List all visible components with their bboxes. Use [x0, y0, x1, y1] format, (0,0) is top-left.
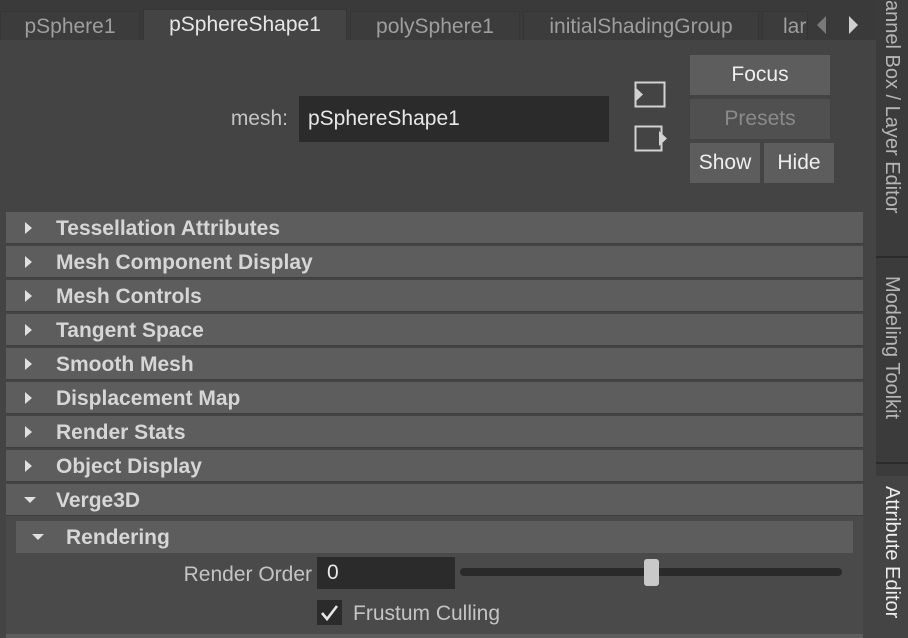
checkmark-icon — [321, 605, 339, 622]
focus-button[interactable]: Focus — [690, 55, 830, 95]
frame-bottom-edge — [6, 634, 863, 638]
caret-down-icon — [30, 530, 46, 544]
mesh-name-field[interactable]: pSphereShape1 — [299, 96, 609, 142]
frame-title: Verge3D — [56, 489, 141, 512]
dock-tab-modeling-toolkit[interactable]: Modeling Toolkit — [876, 276, 908, 456]
tab-initialshadinggroup[interactable]: initialShadingGroup — [523, 11, 759, 40]
frustum-culling-label: Frustum Culling — [353, 602, 501, 625]
render-order-slider-handle[interactable] — [644, 559, 659, 586]
frustum-culling-checkbox[interactable] — [317, 600, 342, 625]
frame-mesh-controls[interactable]: Mesh Controls — [6, 280, 863, 312]
caret-right-icon — [22, 390, 36, 406]
caret-right-icon — [22, 322, 36, 338]
frame-title: Smooth Mesh — [56, 353, 194, 376]
triangle-right-icon[interactable] — [845, 14, 861, 36]
frame-title: Tangent Space — [56, 319, 204, 342]
caret-right-icon — [22, 288, 36, 304]
dock-tab-channel-box[interactable]: annel Box / Layer Editor — [876, 0, 908, 252]
frame-title: Object Display — [56, 455, 202, 478]
caret-right-icon — [22, 220, 36, 236]
render-order-field[interactable]: 0 — [317, 557, 455, 589]
caret-right-icon — [22, 254, 36, 270]
frame-object-display[interactable]: Object Display — [6, 450, 863, 482]
caret-down-icon — [22, 493, 36, 509]
frame-title: Rendering — [66, 526, 170, 549]
tab-overflow[interactable]: lar — [762, 11, 808, 40]
caret-right-icon — [22, 458, 36, 474]
tab-polysphere1[interactable]: polySphere1 — [350, 11, 520, 40]
dock-divider — [876, 256, 908, 258]
frame-render-stats[interactable]: Render Stats — [6, 416, 863, 448]
frame-title: Tessellation Attributes — [56, 217, 281, 240]
caret-right-icon — [22, 424, 36, 440]
frame-tessellation-attributes[interactable]: Tessellation Attributes — [6, 212, 863, 244]
frame-tangent-space[interactable]: Tangent Space — [6, 314, 863, 346]
triangle-left-icon[interactable] — [814, 14, 830, 36]
render-order-label: Render Order — [183, 563, 312, 586]
hide-button[interactable]: Hide — [764, 143, 834, 183]
frame-title: Render Stats — [56, 421, 186, 444]
show-button[interactable]: Show — [690, 143, 760, 183]
tab-psphereshape1[interactable]: pSphereShape1 — [143, 9, 347, 40]
tab-psphere1[interactable]: pSphere1 — [0, 11, 140, 40]
dock-tab-attribute-editor[interactable]: Attribute Editor — [876, 476, 908, 638]
tab-bar: pSphere1 pSphereShape1 polySphere1 initi… — [0, 0, 876, 40]
frame-rendering[interactable]: Rendering — [16, 521, 853, 553]
mesh-label: mesh: — [230, 107, 288, 130]
load-node-icon[interactable] — [632, 122, 668, 156]
side-dock: annel Box / Layer Editor Modeling Toolki… — [876, 0, 908, 638]
frame-title: Mesh Component Display — [56, 251, 313, 274]
select-node-icon[interactable] — [632, 78, 668, 112]
frame-verge3d[interactable]: Verge3D — [6, 484, 863, 516]
presets-button[interactable]: Presets — [690, 99, 830, 139]
frame-title: Mesh Controls — [56, 285, 202, 308]
frame-title: Displacement Map — [56, 387, 241, 410]
frame-displacement-map[interactable]: Displacement Map — [6, 382, 863, 414]
caret-right-icon — [22, 356, 36, 372]
dock-divider — [876, 462, 908, 464]
frame-smooth-mesh[interactable]: Smooth Mesh — [6, 348, 863, 380]
frame-mesh-component-display[interactable]: Mesh Component Display — [6, 246, 863, 278]
